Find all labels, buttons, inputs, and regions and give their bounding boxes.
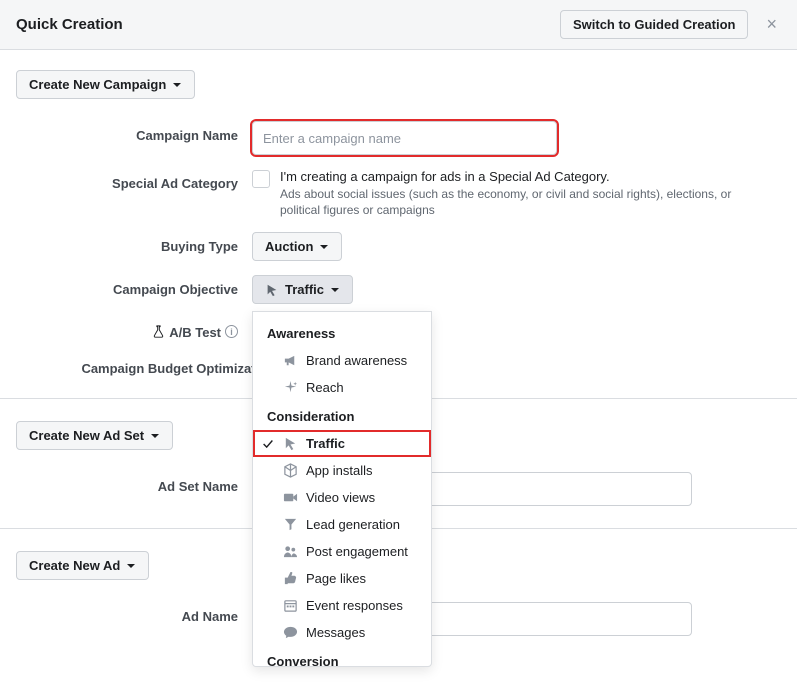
objective-option-label: Traffic <box>306 436 345 451</box>
info-icon[interactable]: i <box>225 325 238 338</box>
header-title: Quick Creation <box>16 16 560 33</box>
caret-down-icon <box>126 561 136 571</box>
flask-icon <box>152 325 165 338</box>
objective-option-label: Video views <box>306 490 375 505</box>
switch-to-guided-button[interactable]: Switch to Guided Creation <box>560 10 749 39</box>
create-new-campaign-button[interactable]: Create New Campaign <box>16 70 195 99</box>
objective-option-post-engagement[interactable]: Post engagement <box>253 538 431 565</box>
sparkle-icon <box>283 380 298 395</box>
campaign-section: Create New Campaign Campaign Name Specia… <box>16 66 781 398</box>
cursor-icon <box>265 283 279 297</box>
campaign-objective-dropdown[interactable]: Traffic <box>252 275 353 304</box>
create-new-adset-label: Create New Ad Set <box>29 428 144 443</box>
video-icon <box>283 490 298 505</box>
objective-option-label: Brand awareness <box>306 353 407 368</box>
objective-option-video-views[interactable]: Video views <box>253 484 431 511</box>
objective-option-messages[interactable]: Messages <box>253 619 431 646</box>
campaign-name-label: Campaign Name <box>16 121 252 155</box>
campaign-name-input[interactable] <box>252 121 557 155</box>
cursor-icon <box>283 436 298 451</box>
objective-group-awareness: Awareness <box>253 318 431 347</box>
caret-down-icon <box>330 285 340 295</box>
objective-option-label: Lead generation <box>306 517 400 532</box>
special-ad-category-checkbox[interactable] <box>252 170 270 188</box>
objective-group-conversion: Conversion <box>253 646 431 667</box>
objective-option-label: Messages <box>306 625 365 640</box>
objective-option-label: Post engagement <box>306 544 408 559</box>
objective-option-brand-awareness[interactable]: Brand awareness <box>253 347 431 374</box>
funnel-icon <box>283 517 298 532</box>
campaign-objective-label: Campaign Objective <box>16 275 252 304</box>
objective-option-label: Page likes <box>306 571 366 586</box>
megaphone-icon <box>283 353 298 368</box>
abtest-row-label: A/B Test i <box>16 318 252 340</box>
objective-option-label: App installs <box>306 463 372 478</box>
objective-option-event-responses[interactable]: Event responses <box>253 592 431 619</box>
create-new-ad-button[interactable]: Create New Ad <box>16 551 149 580</box>
check-icon <box>261 437 275 451</box>
create-new-ad-label: Create New Ad <box>29 558 120 573</box>
ad-name-label: Ad Name <box>16 602 252 636</box>
thumb-icon <box>283 571 298 586</box>
objective-option-app-installs[interactable]: App installs <box>253 457 431 484</box>
special-ad-category-secondary: Ads about social issues (such as the eco… <box>280 186 750 218</box>
objective-option-label: Reach <box>306 380 344 395</box>
objective-option-label: Event responses <box>306 598 403 613</box>
special-ad-category-primary: I'm creating a campaign for ads in a Spe… <box>280 169 750 184</box>
buying-type-label: Buying Type <box>16 232 252 261</box>
objective-option-page-likes[interactable]: Page likes <box>253 565 431 592</box>
calendar-icon <box>283 598 298 613</box>
header-bar: Quick Creation Switch to Guided Creation… <box>0 0 797 50</box>
switch-to-guided-label: Switch to Guided Creation <box>573 17 736 32</box>
objective-dropdown-panel: Awareness Brand awareness Reach Consider… <box>252 311 432 667</box>
cube-icon <box>283 463 298 478</box>
create-new-campaign-label: Create New Campaign <box>29 77 166 92</box>
close-icon[interactable]: × <box>762 14 781 35</box>
chat-icon <box>283 625 298 640</box>
campaign-objective-value: Traffic <box>285 282 324 297</box>
adset-name-label: Ad Set Name <box>16 472 252 506</box>
create-new-adset-button[interactable]: Create New Ad Set <box>16 421 173 450</box>
objective-option-reach[interactable]: Reach <box>253 374 431 401</box>
buying-type-value: Auction <box>265 239 313 254</box>
caret-down-icon <box>319 242 329 252</box>
objective-option-traffic[interactable]: Traffic <box>253 430 431 457</box>
objective-group-consideration: Consideration <box>253 401 431 430</box>
buying-type-dropdown[interactable]: Auction <box>252 232 342 261</box>
cbo-label: Campaign Budget Optimization <box>81 361 275 376</box>
caret-down-icon <box>172 80 182 90</box>
abtest-label: A/B Test <box>169 325 221 340</box>
caret-down-icon <box>150 431 160 441</box>
objective-option-lead-generation[interactable]: Lead generation <box>253 511 431 538</box>
special-ad-category-label: Special Ad Category <box>16 169 252 218</box>
people-icon <box>283 544 298 559</box>
